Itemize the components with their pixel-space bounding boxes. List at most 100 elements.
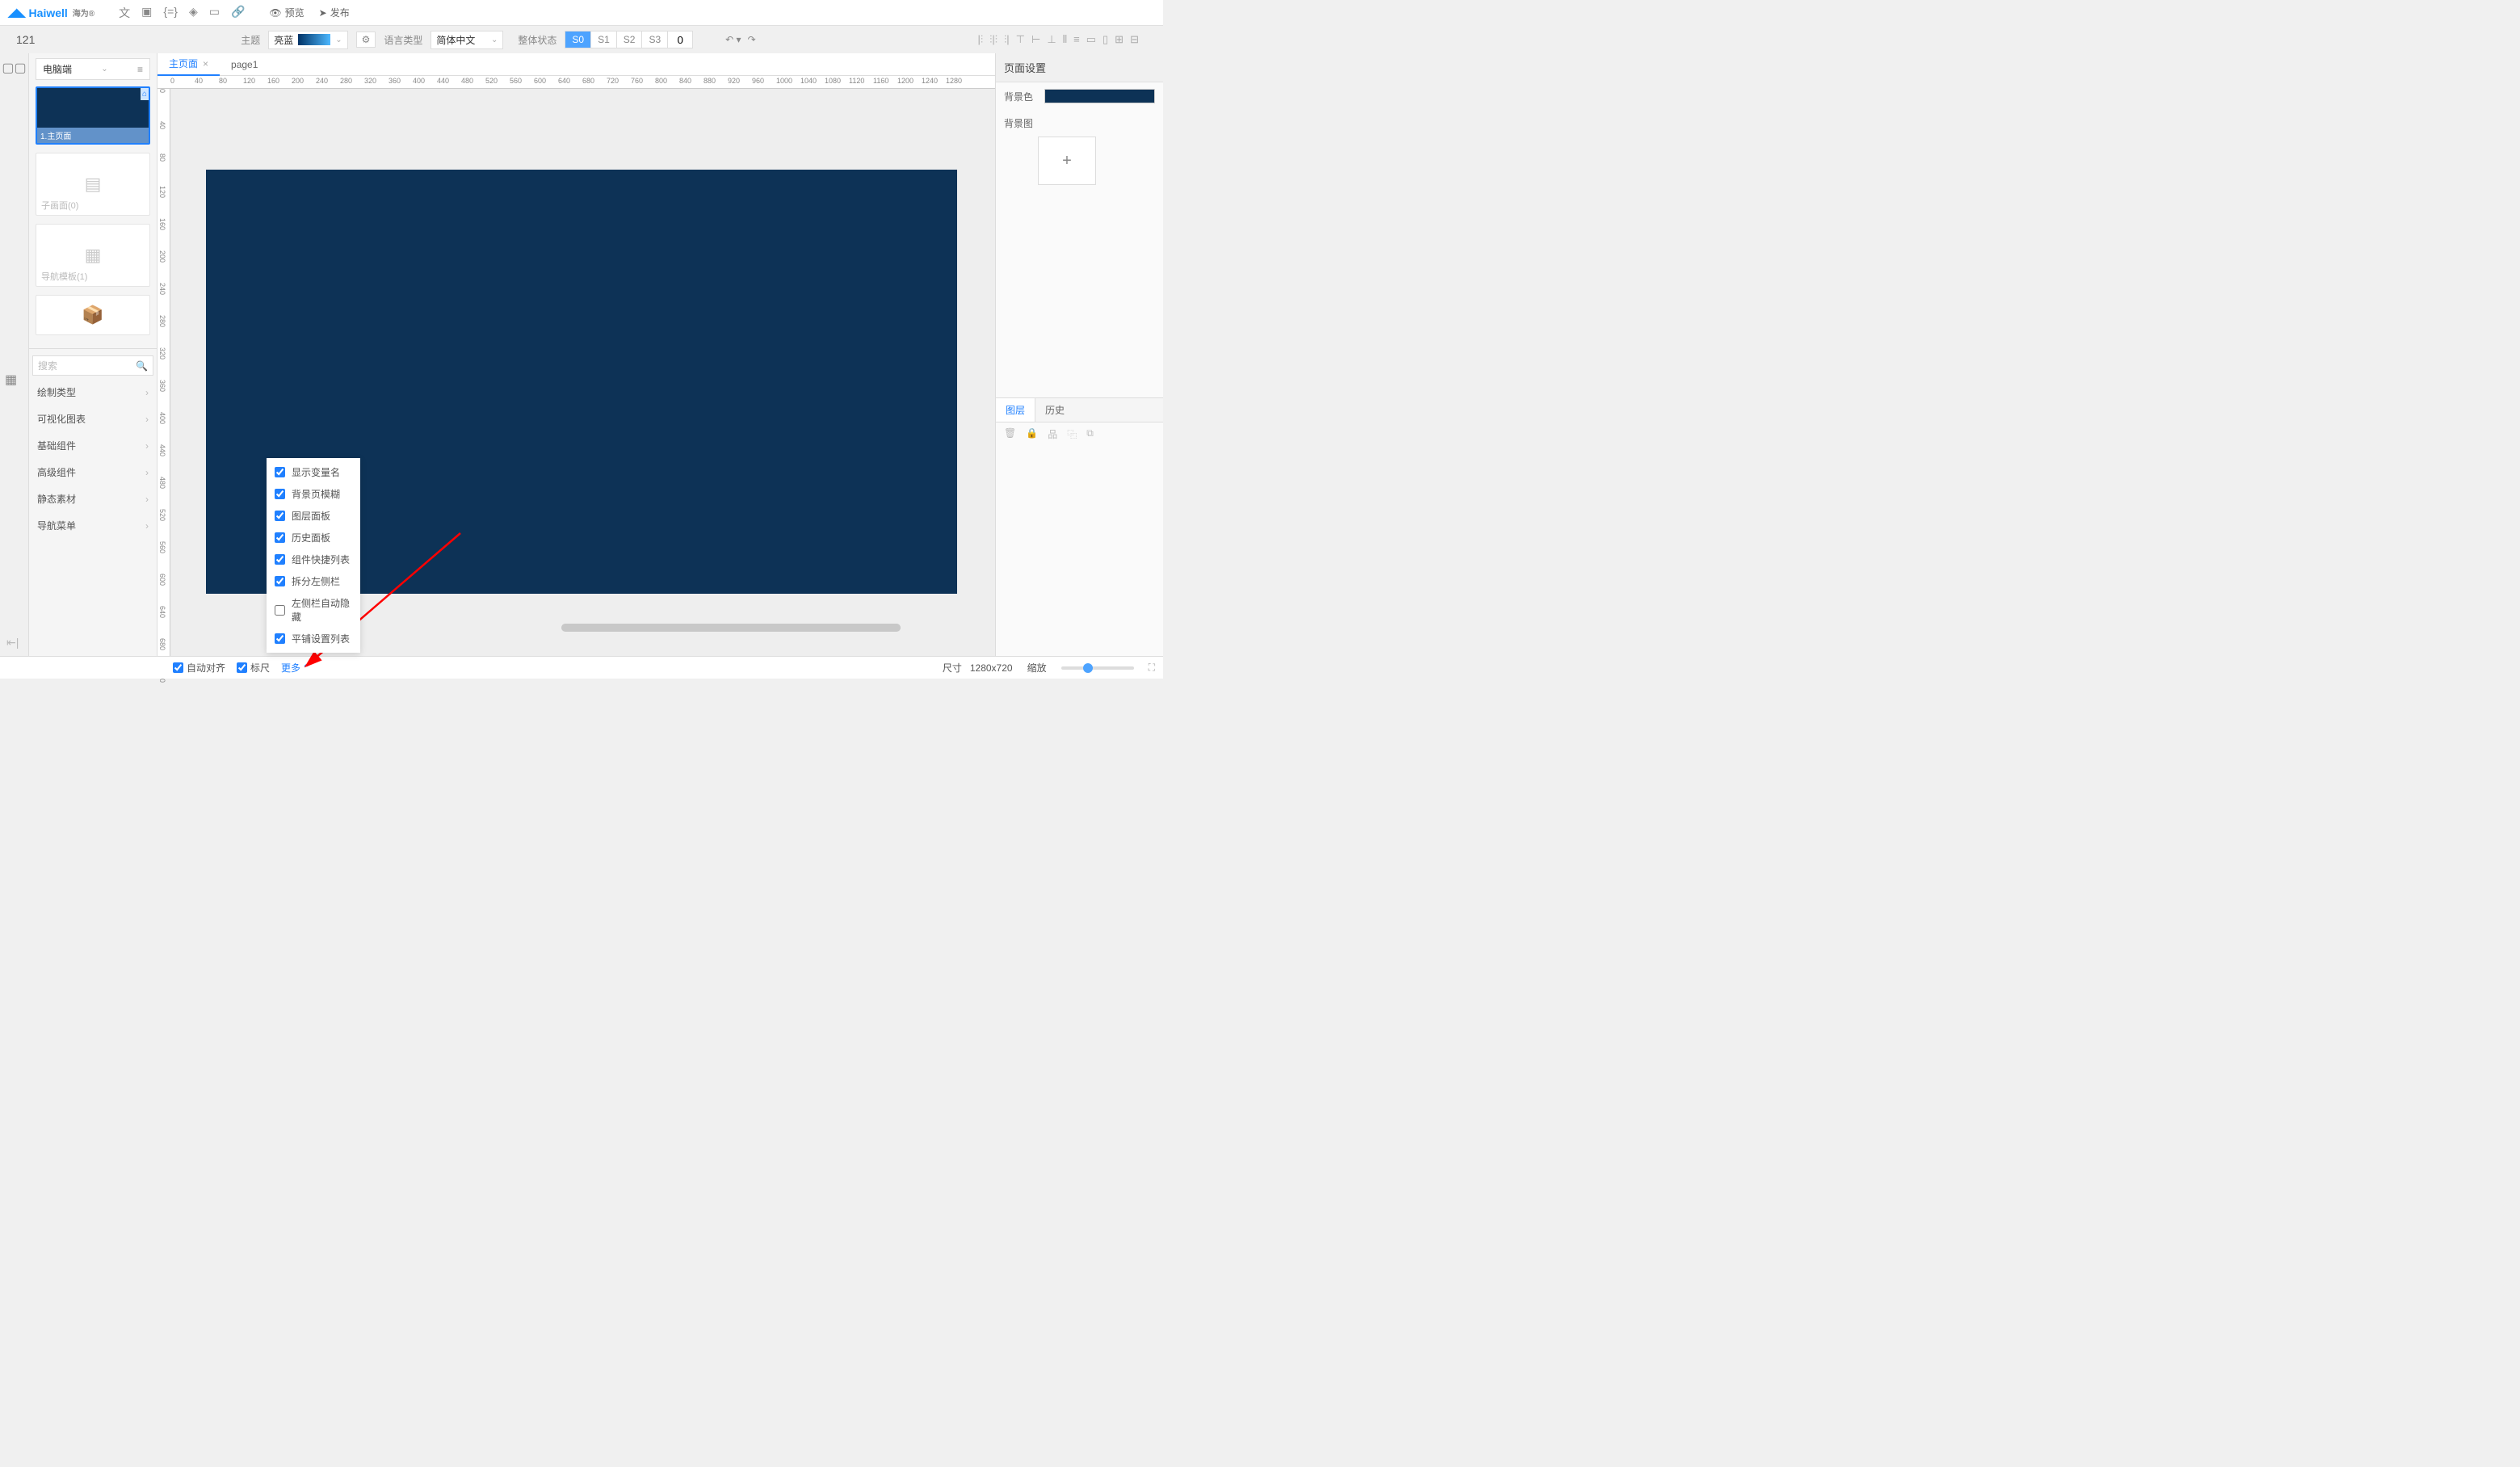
card-icon[interactable]: ▭ [209,5,220,21]
device-value: 电脑端 [43,62,72,76]
category-charts[interactable]: 可视化图表› [29,406,157,432]
pages-panel-icon[interactable]: ▢▢ [5,58,24,78]
group-icon[interactable]: ⊞ [1115,33,1124,46]
checkbox[interactable] [237,662,247,673]
align-center-h-icon[interactable]: ⫶|⫶ [989,33,998,46]
tab-label: 主页面 [169,57,198,70]
popup-label: 图层面板 [292,509,330,523]
theme-value: 亮蓝 [274,33,293,47]
page-thumb-main[interactable]: ⌂ 1.主页面 [36,86,150,145]
checkbox[interactable] [275,554,285,565]
category-list: 绘制类型› 可视化图表› 基础组件› 高级组件› 静态素材› 导航菜单› [29,379,157,539]
publish-button[interactable]: ➤ 发布 [319,6,350,19]
settings-button[interactable]: ⚙ [356,32,376,48]
collapse-panel-icon[interactable]: ⇤| [6,636,19,649]
scrollbar-thumb[interactable] [561,624,901,632]
brackets-icon[interactable]: {=} [163,5,178,21]
preview-label: 预览 [285,6,304,19]
copy-icon[interactable]: ⿻ [1067,427,1077,441]
tab-main[interactable]: 主页面 × [158,53,220,76]
state-s2[interactable]: S2 [617,32,643,48]
popup-item[interactable]: 历史面板 [267,527,360,549]
state-s0[interactable]: S0 [565,32,591,48]
layers-icon[interactable]: ◈ [189,5,198,21]
ruler-horizontal[interactable]: 0408012016020024028032036040044048052056… [158,76,995,89]
lock-icon[interactable]: 🔒 [1026,427,1038,441]
category-basic[interactable]: 基础组件› [29,432,157,459]
align-left-icon[interactable]: |⫶ [978,33,984,46]
state-s1[interactable]: S1 [591,32,617,48]
components-panel-icon[interactable]: ▦ [5,372,17,388]
redo-button[interactable]: ↷ [748,34,756,45]
slider-knob[interactable] [1083,663,1093,673]
category-nav[interactable]: 导航菜单› [29,512,157,539]
nav-template-label: 导航模板(1) [41,270,87,283]
align-bottom-icon[interactable]: ⊥ [1047,33,1056,46]
tab-history[interactable]: 历史 [1035,398,1074,422]
category-advanced[interactable]: 高级组件› [29,459,157,485]
horizontal-scrollbar[interactable] [561,624,901,632]
checkbox[interactable] [275,532,285,543]
device-select[interactable]: 电脑端 ⌄ ≡ [36,58,150,80]
popup-item[interactable]: 背景页模糊 [267,483,360,505]
lang-select[interactable]: 简体中文 ⌄ [430,31,503,49]
ruler-toggle[interactable]: 标尺 [237,661,270,675]
zoom-label: 缩放 [1027,661,1047,675]
align-right-icon[interactable]: ⫶| [1004,33,1010,46]
undo-button[interactable]: ↶ ▾ [725,34,741,45]
checkbox[interactable] [173,662,183,673]
distribute-v-icon[interactable]: ≡ [1073,33,1080,46]
popup-item[interactable]: 组件快捷列表 [267,549,360,570]
tree-icon[interactable]: 品 [1048,427,1057,441]
tab-page1[interactable]: page1 [220,55,269,74]
extra-card[interactable]: 📦 [36,295,150,335]
category-static[interactable]: 静态素材› [29,485,157,512]
toolbar-actions: 👁 预览 ➤ 发布 [269,6,349,19]
checkbox[interactable] [275,489,285,499]
chevron-up-icon: ⌃ [302,662,310,674]
tab-layers[interactable]: 图层 [996,398,1035,422]
close-icon[interactable]: × [203,58,208,69]
bg-image-label: 背景图 [1004,116,1038,130]
image-icon[interactable]: ▣ [141,5,152,21]
popup-item[interactable]: 平铺设置列表 [267,628,360,649]
popup-item[interactable]: 显示变量名 [267,461,360,483]
align-top-icon[interactable]: ⊤ [1016,33,1025,46]
translate-icon[interactable]: 文 [119,5,130,21]
checkbox[interactable] [275,605,285,616]
checkbox[interactable] [275,576,285,586]
category-label: 绘制类型 [37,385,76,399]
theme-select[interactable]: 亮蓝 ⌄ [268,31,347,49]
auto-align-toggle[interactable]: 自动对齐 [173,661,225,675]
state-s3[interactable]: S3 [642,32,668,48]
checkbox[interactable] [275,467,285,477]
preview-button[interactable]: 👁 预览 [269,6,304,19]
checkbox[interactable] [275,511,285,521]
duplicate-icon[interactable]: ⧉ [1086,427,1094,441]
state-input[interactable] [668,32,692,48]
fullscreen-icon[interactable]: ⛶ [1149,662,1155,674]
same-width-icon[interactable]: ▭ [1086,33,1096,46]
same-height-icon[interactable]: ▯ [1102,33,1108,46]
align-middle-icon[interactable]: ⊢ [1031,33,1040,46]
nav-template-card[interactable]: ▦ 导航模板(1) [36,224,150,287]
popup-item[interactable]: 拆分左侧栏 [267,570,360,592]
search-input[interactable]: 搜索 🔍 [32,355,153,376]
link-icon[interactable]: 🔗 [231,5,245,21]
page-tabs: 主页面 × page1 [158,53,995,76]
checkbox[interactable] [275,633,285,644]
list-icon[interactable]: ≡ [137,64,143,75]
distribute-h-icon[interactable]: ⫴ [1063,33,1067,46]
popup-item[interactable]: 图层面板 [267,505,360,527]
more-button[interactable]: 更多 ⌃ [281,661,310,675]
bg-image-add[interactable]: + [1038,137,1096,185]
ungroup-icon[interactable]: ⊟ [1130,33,1139,46]
bg-color-swatch[interactable] [1044,89,1155,103]
delete-icon[interactable]: 🗑 [1004,427,1016,441]
subpage-card[interactable]: ▤ 子画面(0) [36,153,150,216]
category-draw[interactable]: 绘制类型› [29,379,157,406]
tab-label: page1 [231,59,258,70]
bg-image-row: 背景图 [996,110,1163,137]
popup-item[interactable]: 左侧栏自动隐藏 [267,592,360,628]
zoom-slider[interactable] [1061,666,1134,670]
